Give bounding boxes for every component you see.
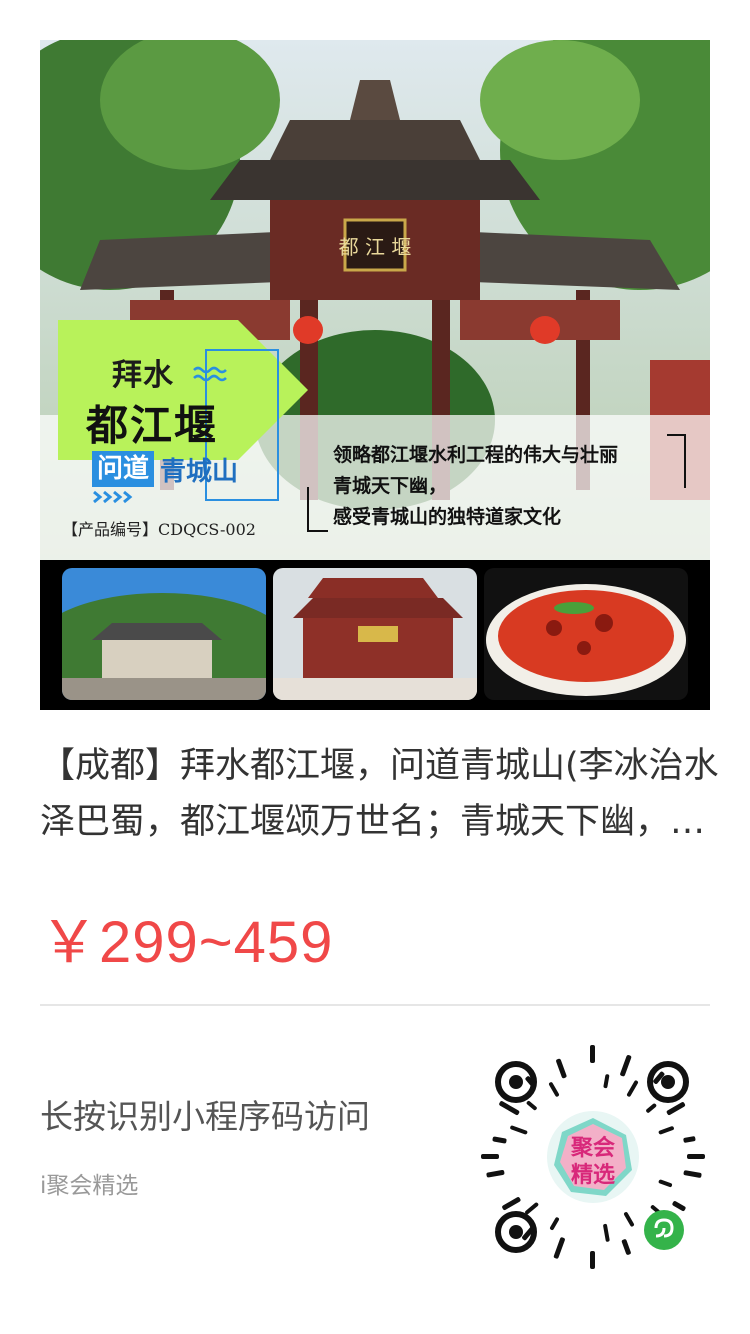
slogan-bracket-top bbox=[667, 434, 686, 488]
poster-slogan: 领略都江堰水利工程的伟大与壮丽 青城天下幽， 感受青城山的独特道家文化 bbox=[333, 440, 618, 533]
slogan-line: 青城天下幽， bbox=[333, 475, 448, 497]
qr-logo-text-1: 聚会 bbox=[570, 1135, 615, 1161]
qr-logo-text-2: 精选 bbox=[571, 1162, 615, 1188]
brand-name: i聚会精选 bbox=[40, 1173, 139, 1199]
thumbnail-pagoda-temple[interactable] bbox=[273, 568, 477, 700]
pagoda-temple-photo bbox=[273, 568, 477, 700]
qr-center-logo: 聚会 精选 bbox=[547, 1111, 639, 1203]
poster-title-line3: 青城山 bbox=[160, 456, 239, 487]
slogan-line: 感受青城山的独特道家文化 bbox=[333, 506, 562, 528]
qr-hint-text: 长按识别小程序码访问 bbox=[40, 1097, 370, 1136]
mini-program-qr-code[interactable]: 聚会 精选 bbox=[476, 1040, 710, 1274]
thumbnail-spicy-dish[interactable] bbox=[484, 568, 688, 700]
scenic-gate-photo bbox=[62, 568, 266, 700]
gate-plaque-text: 都 江 堰 bbox=[339, 235, 412, 259]
water-wave-icon bbox=[193, 366, 227, 382]
poster-title-line2: 都江堰 bbox=[86, 401, 219, 450]
chevrons-right-icon bbox=[93, 490, 133, 504]
product-title[interactable]: 【成都】拜水都江堰，问道青城山(李冰治水泽巴蜀，都江堰颂万世名；青城天下幽，寻仙… bbox=[40, 738, 720, 850]
product-code: 【产品编号】CDQCS-002 bbox=[62, 520, 256, 539]
thumbnail-strip bbox=[40, 560, 710, 710]
slogan-bracket-bottom bbox=[307, 487, 328, 532]
poster-title-line1: 拜水 bbox=[112, 358, 174, 393]
divider bbox=[40, 1004, 710, 1006]
poster-title-tag: 问道 bbox=[92, 451, 155, 487]
product-price: ￥299~459 bbox=[40, 910, 334, 975]
thumbnail-scenic-gate[interactable] bbox=[62, 568, 266, 700]
mini-program-icon bbox=[644, 1210, 684, 1250]
poster-title-block: 拜水 都江堰 问道 青城山 bbox=[62, 322, 322, 504]
slogan-line: 领略都江堰水利工程的伟大与壮丽 bbox=[333, 444, 619, 466]
product-poster[interactable]: 都 江 堰 拜水 都江堰 问道 青城山 【产品编号】CDQCS-002 领略都江… bbox=[40, 40, 710, 710]
spicy-fish-dish-photo bbox=[484, 568, 688, 700]
